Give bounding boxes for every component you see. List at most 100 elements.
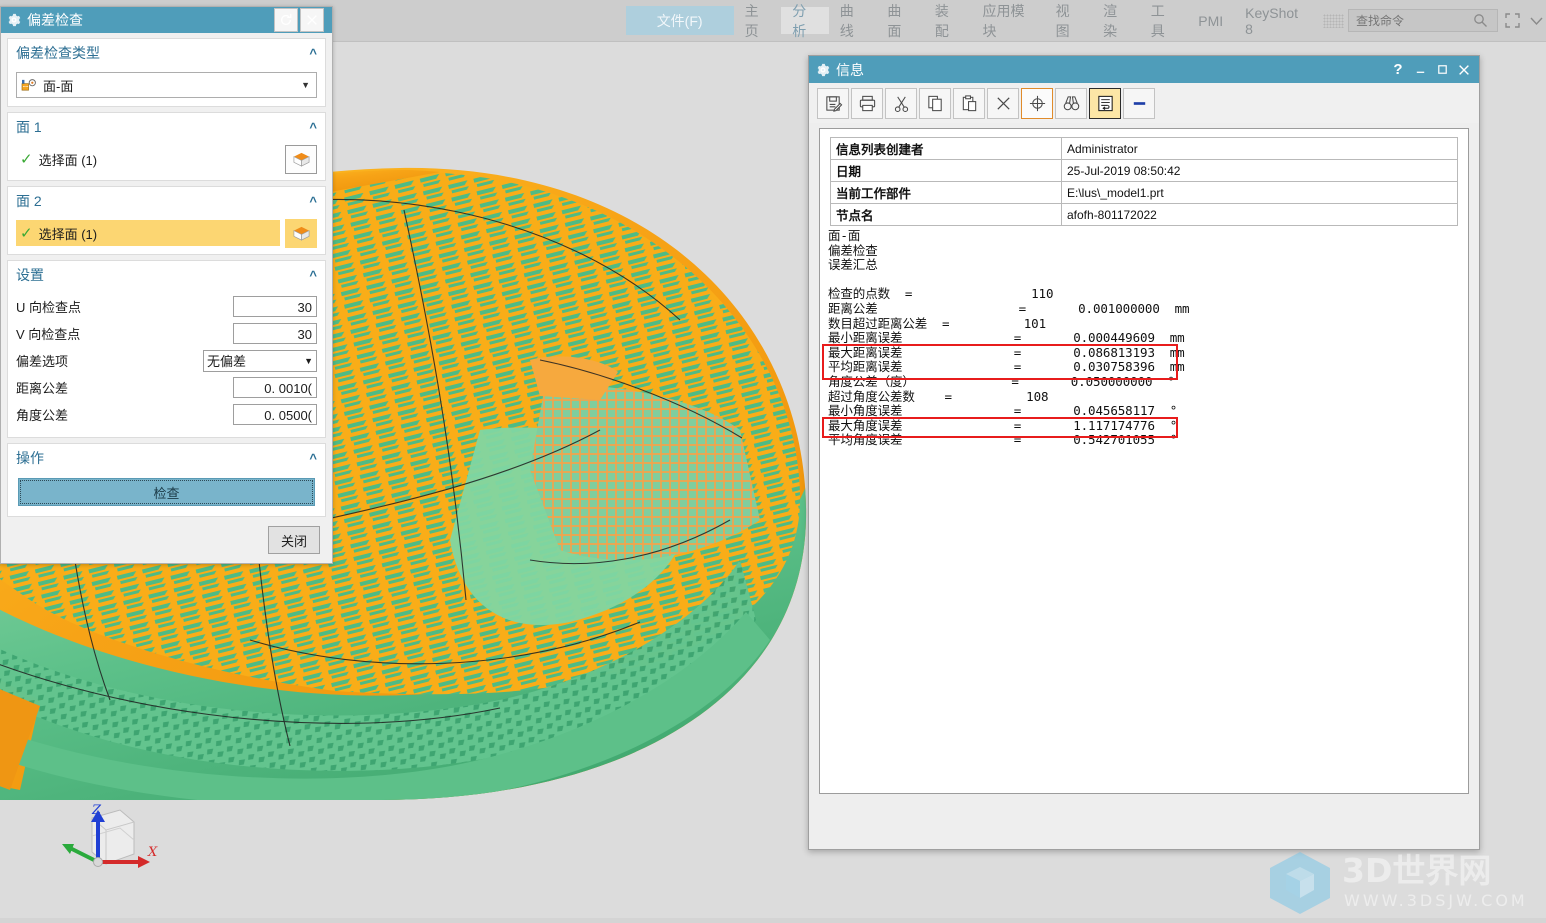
chevron-down-icon[interactable]: ▼ — [304, 356, 313, 366]
chevron-up-icon[interactable]: ^ — [309, 46, 317, 61]
face1-select-box[interactable]: ✓ 选择面 (1) — [16, 146, 280, 172]
section-header-face2[interactable]: 面 2 ^ — [8, 187, 325, 215]
chevron-down-icon[interactable]: ▼ — [301, 80, 312, 90]
section-header-settings[interactable]: 设置 ^ — [8, 261, 325, 289]
tab-8[interactable]: 工具 — [1140, 3, 1188, 39]
deviation-type-select[interactable]: 面-面 ▼ — [16, 72, 317, 98]
word-wrap-icon[interactable] — [1089, 87, 1121, 119]
search-icon[interactable] — [1471, 11, 1490, 30]
tab-7[interactable]: 渲染 — [1092, 3, 1140, 39]
cut-icon[interactable] — [885, 87, 917, 119]
section-face1: 面 1 ^ ✓ 选择面 (1) — [7, 112, 326, 181]
section-face2-label: 面 2 — [16, 193, 42, 209]
table-row: 当前工作部件 E:\lus\_model1.prt — [830, 181, 1458, 204]
section-settings: 设置 ^ U 向检查点 30 V 向检查点 30 偏差选项 无偏差 ▼ 距离公差 0. 0010… — [7, 260, 326, 438]
face1-select-label: 选择面 (1) — [38, 152, 98, 168]
tab-2[interactable]: 曲线 — [829, 3, 877, 39]
face2-select-box[interactable]: ✓ 选择面 (1) — [16, 220, 280, 246]
settings-select-2[interactable]: 无偏差 ▼ — [203, 349, 317, 372]
tab-4[interactable]: 装配 — [924, 3, 972, 39]
find-icon[interactable] — [1055, 87, 1087, 119]
section-deviation-type: 偏差检查类型 ^ 面-面 ▼ — [7, 38, 326, 107]
section-header-action[interactable]: 操作 ^ — [8, 444, 325, 472]
settings-input-4[interactable]: 0. 0500( — [233, 404, 317, 425]
file-menu-button[interactable]: 文件(F) — [625, 6, 734, 35]
dialog-title: 偏差检查 — [27, 12, 83, 28]
ribbon-tabs: 主页 分析 曲线 曲面 装配 应用模块 视图 渲染 工具 PMI KeyShot 8 — [734, 3, 1315, 39]
search-input[interactable] — [1354, 12, 1471, 29]
tab-6[interactable]: 视图 — [1045, 3, 1093, 39]
settings-fields: U 向检查点 30 V 向检查点 30 偏差选项 无偏差 ▼ 距离公差 0. 0010(角度公差… — [8, 289, 325, 437]
table-key-3: 节点名 — [830, 203, 1062, 226]
tab-0[interactable]: 主页 — [734, 3, 782, 39]
delete-icon[interactable] — [987, 87, 1019, 119]
table-key-1: 日期 — [830, 159, 1062, 182]
chevron-up-icon[interactable]: ^ — [309, 194, 317, 209]
maximize-icon[interactable] — [1431, 59, 1453, 81]
face2-select-row[interactable]: ✓ 选择面 (1) — [16, 218, 317, 248]
table-row: 日期 25-Jul-2019 08:50:42 — [830, 159, 1458, 182]
dialog-title-bar: 偏差检查 — [1, 7, 332, 33]
info-footer — [819, 801, 1469, 839]
save-as-icon[interactable] — [817, 87, 849, 119]
face-select-icon[interactable] — [285, 218, 317, 248]
minus-icon[interactable] — [1123, 87, 1155, 119]
face-select-icon[interactable] — [285, 144, 317, 174]
tab-3[interactable]: 曲面 — [876, 3, 924, 39]
check-button[interactable]: 检查 — [18, 478, 315, 506]
section-type-body: 面-面 ▼ — [8, 67, 325, 106]
section-header-type[interactable]: 偏差检查类型 ^ — [8, 39, 325, 67]
settings-row-0: U 向检查点 30 — [16, 294, 317, 319]
info-title-bar: 信息 ? — [809, 56, 1479, 83]
settings-row-2: 偏差选项 无偏差 ▼ — [16, 348, 317, 373]
measure-icon — [21, 77, 39, 93]
info-content[interactable]: 信息列表创建者 Administrator 日期 25-Jul-2019 08:50:… — [819, 128, 1469, 794]
chevron-up-icon[interactable]: ^ — [309, 268, 317, 283]
command-search[interactable] — [1348, 9, 1498, 32]
tab-9[interactable]: PMI — [1187, 7, 1234, 34]
settings-label-2: 偏差选项 — [16, 354, 69, 369]
check-icon: ✓ — [20, 151, 33, 168]
chevron-up-icon[interactable]: ^ — [309, 120, 317, 135]
section-header-face1[interactable]: 面 1 ^ — [8, 113, 325, 141]
settings-label-1: V 向检查点 — [16, 327, 81, 342]
section-type-label: 偏差检查类型 — [16, 45, 100, 61]
settings-input-1[interactable]: 30 — [233, 323, 317, 344]
minimize-icon[interactable] — [1409, 59, 1431, 81]
tab-1[interactable]: 分析 — [781, 3, 829, 39]
watermark-text: 3D世界网 — [1342, 851, 1491, 890]
settings-input-0[interactable]: 30 — [233, 296, 317, 317]
face1-select-row[interactable]: ✓ 选择面 (1) — [16, 144, 317, 174]
dialog-footer: 关闭 — [1, 517, 332, 563]
paste-icon[interactable] — [953, 87, 985, 119]
watermark: 3D世界网 WWW.3DSJW.COM — [1258, 848, 1546, 918]
fullscreen-icon[interactable] — [1504, 11, 1522, 30]
ribbon-grip-icon — [1323, 13, 1344, 28]
watermark-url: WWW.3DSJW.COM — [1344, 891, 1528, 910]
settings-label-4: 角度公差 — [16, 408, 69, 423]
chevron-down-icon[interactable] — [1528, 11, 1546, 30]
chevron-up-icon[interactable]: ^ — [309, 451, 317, 466]
tab-10[interactable]: KeyShot 8 — [1234, 5, 1315, 37]
settings-row-4: 角度公差 0. 0500( — [16, 402, 317, 427]
tab-5[interactable]: 应用模块 — [971, 3, 1044, 39]
table-key-2: 当前工作部件 — [830, 181, 1062, 204]
settings-input-3[interactable]: 0. 0010( — [233, 377, 317, 398]
section-face1-body: ✓ 选择面 (1) — [8, 141, 325, 180]
close-icon[interactable] — [1453, 59, 1475, 81]
gear-icon — [816, 63, 830, 77]
section-face2-body: ✓ 选择面 (1) — [8, 215, 325, 254]
section-action: 操作 ^ 检查 — [7, 443, 326, 517]
check-icon: ✓ — [20, 225, 33, 242]
help-icon[interactable]: ? — [1387, 59, 1409, 81]
settings-select-value-2: 无偏差 — [207, 354, 247, 369]
settings-row-1: V 向检查点 30 — [16, 321, 317, 346]
close-button[interactable]: 关闭 — [268, 526, 320, 554]
copy-icon[interactable] — [919, 87, 951, 119]
information-window: 信息 ? 信息列表创建者 Administrator 日期 25-Jul-201… — [808, 55, 1480, 850]
crosshair-icon[interactable] — [1021, 87, 1053, 119]
close-icon[interactable] — [300, 8, 324, 32]
print-icon[interactable] — [851, 87, 883, 119]
reset-icon[interactable] — [274, 8, 298, 32]
info-toolbar — [809, 83, 1479, 123]
